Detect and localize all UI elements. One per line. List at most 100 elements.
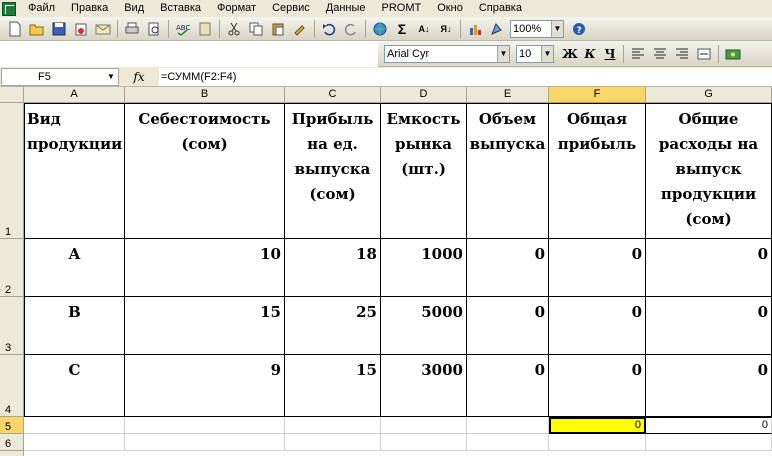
cell-g5[interactable]: 0 — [646, 417, 772, 434]
cell-a6[interactable] — [24, 434, 125, 451]
table-cell[interactable]: 0 — [467, 297, 549, 355]
merge-center-icon[interactable] — [695, 45, 713, 63]
format-painter-icon[interactable] — [291, 20, 309, 38]
bold-button[interactable]: Ж — [560, 44, 580, 64]
header-cell-f[interactable]: Общая прибыль — [549, 103, 646, 239]
cell-c5[interactable] — [285, 417, 381, 434]
row-header-3[interactable]: 3 — [0, 297, 24, 355]
menu-file[interactable]: Файл — [20, 0, 63, 17]
formula-input[interactable]: =СУММ(F2:F4) — [159, 67, 772, 86]
save-icon[interactable] — [50, 20, 68, 38]
font-name-select[interactable]: Arial Cyr ▼ — [384, 44, 510, 63]
insert-function-icon[interactable]: fx — [119, 70, 159, 84]
row-header-5[interactable]: 5 — [0, 417, 24, 434]
header-cell-d[interactable]: Емкость рынка (шт.) — [381, 103, 467, 239]
table-cell[interactable]: 0 — [549, 355, 646, 417]
chart-wizard-icon[interactable] — [466, 20, 484, 38]
table-cell[interactable]: 0 — [646, 355, 772, 417]
select-all-corner[interactable] — [0, 87, 24, 103]
table-cell[interactable]: 0 — [467, 239, 549, 297]
active-cell-f5[interactable]: 0 — [549, 417, 646, 434]
table-cell[interactable]: 0 — [549, 239, 646, 297]
copy-icon[interactable] — [247, 20, 265, 38]
table-cell[interactable]: 0 — [646, 297, 772, 355]
sort-ascending-icon[interactable]: A↓ — [415, 20, 433, 38]
table-cell[interactable]: 1000 — [381, 239, 467, 297]
cell-d5[interactable] — [381, 417, 467, 434]
chevron-down-icon[interactable]: ▼ — [541, 45, 553, 62]
menu-help[interactable]: Справка — [471, 0, 530, 17]
font-size-select[interactable]: 10 ▼ — [516, 44, 554, 63]
excel-app-icon[interactable] — [2, 1, 16, 16]
print-preview-icon[interactable] — [145, 20, 163, 38]
header-cell-a[interactable]: Вид продукции — [24, 103, 125, 239]
cell-c6[interactable] — [285, 434, 381, 451]
italic-button[interactable]: К — [580, 44, 600, 64]
chevron-down-icon[interactable]: ▼ — [497, 45, 509, 62]
column-header-a[interactable]: A — [24, 87, 125, 103]
menu-edit[interactable]: Правка — [63, 0, 116, 17]
header-cell-g[interactable]: Общие расходы на выпуск продукции (сом) — [646, 103, 772, 239]
header-cell-b[interactable]: Себестоимость (сом) — [125, 103, 285, 239]
column-header-e[interactable]: E — [467, 87, 549, 103]
menu-window[interactable]: Окно — [429, 0, 471, 17]
name-box[interactable]: F5 ▼ — [1, 67, 119, 86]
column-header-g[interactable]: G — [646, 87, 772, 103]
row-header-7[interactable] — [0, 451, 24, 456]
table-cell[interactable]: 0 — [646, 239, 772, 297]
column-header-d[interactable]: D — [381, 87, 467, 103]
hyperlink-icon[interactable] — [371, 20, 389, 38]
undo-icon[interactable] — [320, 20, 338, 38]
table-cell[interactable]: 25 — [285, 297, 381, 355]
sort-descending-icon[interactable]: Я↓ — [437, 20, 455, 38]
cell-b6[interactable] — [125, 434, 285, 451]
menu-tools[interactable]: Сервис — [264, 0, 318, 17]
table-cell[interactable]: 18 — [285, 239, 381, 297]
row-header-6[interactable]: 6 — [0, 434, 24, 451]
menu-format[interactable]: Формат — [209, 0, 264, 17]
table-cell[interactable]: B — [24, 297, 125, 355]
print-icon[interactable] — [123, 20, 141, 38]
redo-icon[interactable] — [342, 20, 360, 38]
cell-e6[interactable] — [467, 434, 549, 451]
permission-icon[interactable] — [72, 20, 90, 38]
table-cell[interactable]: C — [24, 355, 125, 417]
row-header-1[interactable]: 1 — [0, 103, 24, 239]
table-cell[interactable]: 5000 — [381, 297, 467, 355]
table-cell[interactable]: A — [24, 239, 125, 297]
column-header-b[interactable]: B — [125, 87, 285, 103]
cell-d6[interactable] — [381, 434, 467, 451]
align-center-icon[interactable] — [651, 45, 669, 63]
table-cell[interactable]: 10 — [125, 239, 285, 297]
open-icon[interactable] — [28, 20, 46, 38]
table-cell[interactable]: 0 — [549, 297, 646, 355]
cell-f6[interactable] — [549, 434, 646, 451]
email-icon[interactable] — [94, 20, 112, 38]
spelling-icon[interactable]: ABC — [174, 20, 192, 38]
column-header-f[interactable]: F — [549, 87, 646, 103]
help-icon[interactable]: ? — [570, 20, 588, 38]
menu-promt[interactable]: PROMT — [374, 0, 430, 17]
cut-icon[interactable] — [225, 20, 243, 38]
menu-view[interactable]: Вид — [116, 0, 152, 17]
table-cell[interactable]: 9 — [125, 355, 285, 417]
autosum-icon[interactable]: Σ — [393, 20, 411, 38]
header-cell-c[interactable]: Прибыль на ед. выпуска (сом) — [285, 103, 381, 239]
chevron-down-icon[interactable]: ▼ — [104, 69, 118, 85]
cell-b5[interactable] — [125, 417, 285, 434]
align-right-icon[interactable] — [673, 45, 691, 63]
table-cell[interactable]: 0 — [467, 355, 549, 417]
table-cell[interactable]: 3000 — [381, 355, 467, 417]
underline-button[interactable]: Ч — [600, 44, 620, 64]
cell-a5[interactable] — [24, 417, 125, 434]
research-icon[interactable] — [196, 20, 214, 38]
cell-e5[interactable] — [467, 417, 549, 434]
row-header-2[interactable]: 2 — [0, 239, 24, 297]
table-cell[interactable]: 15 — [125, 297, 285, 355]
column-header-c[interactable]: C — [285, 87, 381, 103]
currency-format-icon[interactable] — [724, 45, 742, 63]
cell-g6[interactable] — [646, 434, 772, 451]
drawing-icon[interactable] — [488, 20, 506, 38]
chevron-down-icon[interactable]: ▼ — [551, 20, 563, 37]
new-icon[interactable] — [6, 20, 24, 38]
